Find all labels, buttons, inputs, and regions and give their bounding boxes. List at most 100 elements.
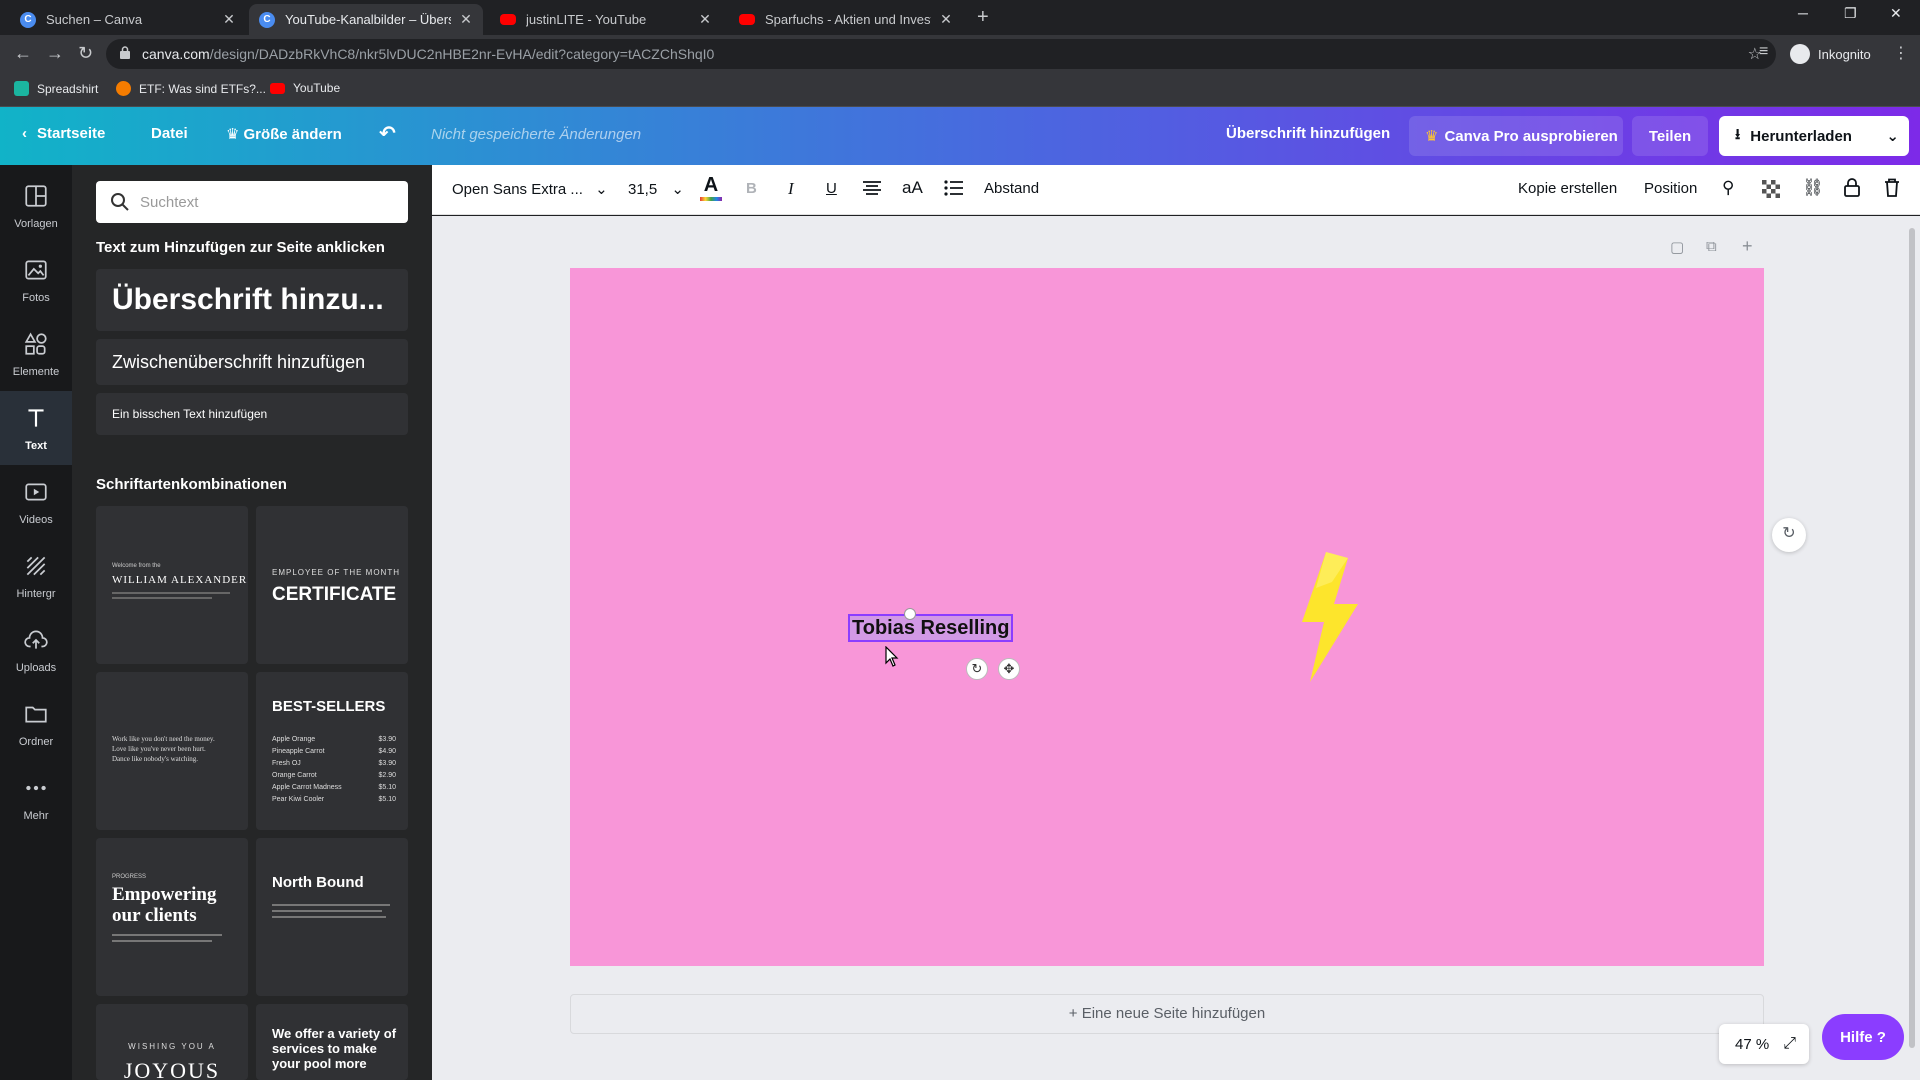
browser-tab-sparfuchs[interactable]: Sparfuchs - Aktien und Investments ✕ (729, 4, 963, 35)
reading-list-icon[interactable]: ≡ (1759, 43, 1768, 61)
menu-item-name: Apple Carrot Madness (272, 784, 342, 791)
file-menu-button[interactable]: Datei (151, 125, 188, 142)
design-title[interactable]: Überschrift hinzufügen (1226, 125, 1390, 142)
rail-item-uploads[interactable]: Uploads (0, 613, 72, 687)
browser-tab-canva-search[interactable]: C Suchen – Canva ✕ (10, 4, 246, 35)
spacing-button[interactable]: Abstand (984, 180, 1039, 197)
bookmark-youtube[interactable]: YouTube (270, 81, 340, 95)
home-button[interactable]: ‹ Startseite (22, 125, 105, 142)
font-combo-quote[interactable]: Work like you don't need the money. Love… (96, 672, 248, 830)
refresh-comments-icon[interactable]: ↻ (1772, 518, 1806, 552)
scrollbar-thumb[interactable] (1909, 228, 1915, 1048)
font-combo-services[interactable]: We offer a variety of services to make y… (256, 1004, 408, 1080)
paint-format-icon[interactable]: ⚲ (1722, 178, 1734, 198)
rail-item-background[interactable]: Hintergr (0, 539, 72, 613)
rail-item-text[interactable]: Text (0, 391, 72, 465)
close-icon[interactable]: ✕ (222, 11, 236, 28)
minimize-icon[interactable]: ─ (1798, 5, 1808, 21)
font-combo-william-alexander[interactable]: Welcome from the WILLIAM ALEXANDER (96, 506, 248, 664)
position-button[interactable]: Position (1644, 180, 1697, 197)
font-combo-best-sellers[interactable]: BEST-SELLERS Apple Orange $3.90 Pineapple… (256, 672, 408, 830)
add-heading-button[interactable]: Überschrift hinzu... (96, 269, 408, 331)
forward-icon[interactable]: → (46, 43, 64, 64)
add-subheading-button[interactable]: Zwischenüberschrift hinzufügen (96, 339, 408, 385)
rail-item-elements[interactable]: Elemente (0, 317, 72, 391)
home-label: Startseite (37, 125, 106, 142)
restore-icon[interactable]: ❐ (1844, 5, 1857, 22)
delete-button[interactable] (1884, 178, 1900, 201)
try-canva-pro-button[interactable]: ♛ Canva Pro ausprobieren (1409, 116, 1623, 156)
font-combo-north-bound[interactable]: North Bound (256, 838, 408, 996)
font-size-dropdown[interactable]: 31,5 ⌄ (628, 180, 684, 198)
design-page[interactable]: Tobias Reselling ↻ ✥ (570, 268, 1764, 966)
combo-title: North Bound (272, 874, 364, 891)
page-notes-icon[interactable]: ▢ (1670, 238, 1684, 256)
undo-icon[interactable]: ↶ (379, 121, 396, 146)
combo-menu-list: Apple Orange $3.90 Pineapple Carrot $4.90 … (272, 734, 396, 806)
rail-item-templates[interactable]: Vorlagen (0, 169, 72, 243)
combo-title: BEST-SELLERS (272, 698, 386, 715)
duplicate-page-icon[interactable]: ⧉ (1706, 238, 1717, 255)
menu-item-name: Orange Carrot (272, 772, 317, 779)
bookmark-etf[interactable]: ETF: Was sind ETFs?... (116, 81, 266, 96)
text-color-button[interactable]: A (700, 174, 722, 201)
bold-button[interactable]: B (746, 180, 757, 197)
rail-item-videos[interactable]: Videos (0, 465, 72, 539)
lock-icon (120, 46, 130, 59)
download-button[interactable]: ⭳ Herunterladen ⌄ (1719, 116, 1909, 156)
quote-line: Love like you've never been hurt. (112, 745, 206, 753)
transparency-button[interactable] (1762, 180, 1780, 202)
underline-button[interactable]: U (826, 180, 837, 197)
rail-item-folders[interactable]: Ordner (0, 687, 72, 761)
duplicate-button[interactable]: Kopie erstellen (1518, 180, 1617, 197)
selected-text-element[interactable]: Tobias Reselling (848, 614, 1014, 642)
add-body-text-button[interactable]: Ein bisschen Text hinzufügen (96, 393, 408, 435)
browser-tab-justinlite[interactable]: justinLITE - YouTube ✕ (490, 4, 722, 35)
chevron-down-icon: ⌄ (595, 181, 608, 198)
workspace-scrollbar[interactable] (1908, 228, 1916, 1058)
zoom-control[interactable]: 47 % ⤢ (1719, 1024, 1809, 1064)
close-icon[interactable]: ✕ (939, 11, 953, 28)
align-button[interactable] (862, 180, 882, 200)
rail-label: Fotos (22, 292, 50, 304)
resize-button[interactable]: ♛ Größe ändern (226, 125, 342, 143)
lock-button[interactable] (1844, 178, 1860, 201)
fullscreen-icon[interactable]: ⤢ (1783, 1035, 1796, 1053)
rail-item-more[interactable]: Mehr (0, 761, 72, 835)
rotate-handle-icon[interactable]: ↻ (966, 658, 988, 680)
search-box[interactable] (96, 181, 408, 223)
menu-dots-icon[interactable]: ⋮ (1893, 43, 1909, 63)
back-icon[interactable]: ← (14, 43, 32, 64)
rail-label: Text (25, 440, 47, 452)
italic-button[interactable]: I (788, 179, 794, 199)
link-icon[interactable]: ⛓ (1802, 178, 1824, 198)
menu-item-name: Pear Kiwi Cooler (272, 796, 325, 803)
add-page-icon[interactable]: + (1742, 236, 1753, 257)
combo-placeholder-line (272, 904, 390, 906)
window-close-icon[interactable]: ✕ (1890, 5, 1902, 22)
chevron-down-icon[interactable]: ⌄ (1886, 127, 1899, 145)
new-tab-icon[interactable]: + (977, 6, 989, 29)
font-family-dropdown[interactable]: Open Sans Extra ... ⌄ (452, 180, 608, 198)
search-input[interactable] (140, 181, 390, 223)
list-button[interactable] (944, 180, 964, 200)
bullet-list-icon (944, 180, 963, 196)
reload-icon[interactable]: ↻ (78, 43, 93, 64)
text-case-button[interactable]: aA (902, 178, 923, 198)
close-icon[interactable]: ✕ (459, 11, 473, 28)
lightning-bolt-graphic[interactable] (1298, 552, 1360, 682)
help-button[interactable]: Hilfe ? (1822, 1014, 1904, 1060)
bookmark-spreadshirt[interactable]: Spreadshirt (14, 81, 98, 96)
rail-item-photos[interactable]: Fotos (0, 243, 72, 317)
address-bar[interactable]: canva.com/design/DADzbRkVhC8/nkr5lvDUC2n… (106, 39, 1776, 69)
font-combo-joyous[interactable]: WISHING YOU A JOYOUS (96, 1004, 248, 1080)
incognito-indicator[interactable]: Inkognito (1790, 39, 1871, 69)
move-handle-icon[interactable]: ✥ (998, 658, 1020, 680)
font-combo-empowering[interactable]: PROGRESS Empowering our clients (96, 838, 248, 996)
selection-handle[interactable] (904, 608, 916, 620)
add-new-page-button[interactable]: + Eine neue Seite hinzufügen (570, 994, 1764, 1034)
font-combo-certificate[interactable]: EMPLOYEE OF THE MONTH CERTIFICATE (256, 506, 408, 664)
browser-tab-youtube-kanalbilder[interactable]: C YouTube-Kanalbilder – Überschrift hinz… (249, 4, 483, 35)
close-icon[interactable]: ✕ (698, 11, 712, 28)
share-button[interactable]: Teilen (1632, 116, 1708, 156)
